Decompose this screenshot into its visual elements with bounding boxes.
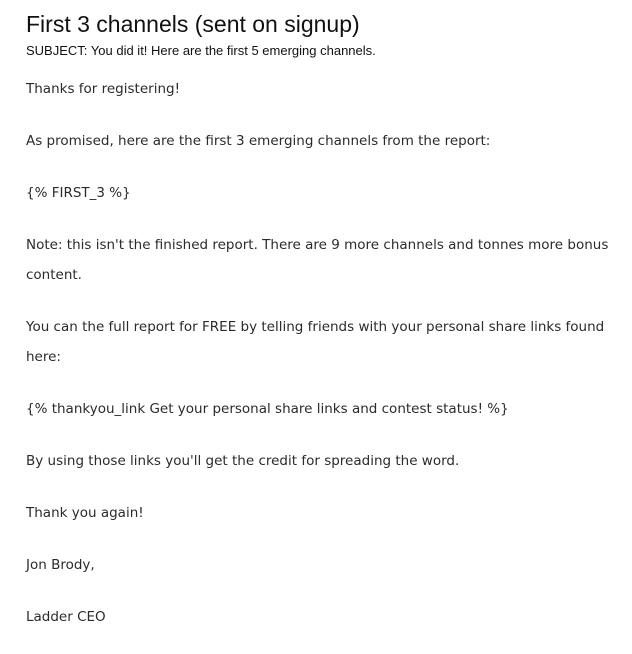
note-paragraph: Note: this isn't the finished report. Th… [26, 237, 609, 283]
credit-paragraph: By using those links you'll get the cred… [26, 453, 460, 469]
email-body: Thanks for registering! As promised, her… [26, 74, 622, 632]
subject-label: SUBJECT: [26, 43, 88, 58]
intro-paragraph: As promised, here are the first 3 emergi… [26, 133, 491, 149]
first-3-placeholder: {% FIRST_3 %} [26, 185, 131, 201]
signature-name: Jon Brody, [26, 557, 95, 573]
subject-text: You did it! Here are the first 5 emergin… [90, 43, 376, 58]
share-paragraph: You can the full report for FREE by tell… [26, 319, 605, 365]
greeting-paragraph: Thanks for registering! [26, 81, 180, 97]
email-subject-line: SUBJECT: You did it! Here are the first … [26, 42, 622, 60]
email-title: First 3 channels (sent on signup) [26, 11, 360, 37]
thankyou-link-placeholder: {% thankyou_link Get your personal share… [26, 401, 509, 417]
email-template-preview: First 3 channels (sent on signup) SUBJEC… [26, 10, 622, 654]
thanks-paragraph: Thank you again! [26, 505, 144, 521]
signature-title: Ladder CEO [26, 609, 106, 625]
